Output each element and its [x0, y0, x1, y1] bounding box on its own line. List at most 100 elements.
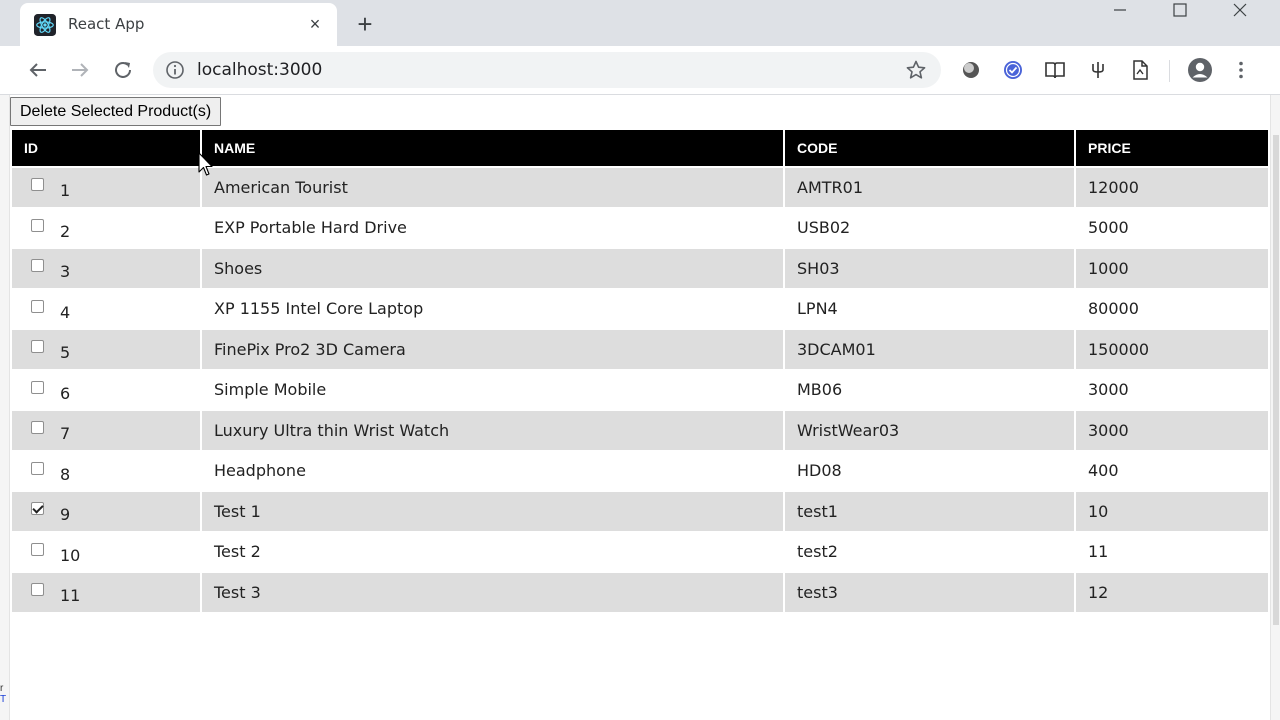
cell-price: 12000: [1076, 168, 1268, 207]
cell-price: 80000: [1076, 289, 1268, 328]
cell-id: 6: [12, 370, 200, 409]
cell-name: Simple Mobile: [202, 370, 783, 409]
cell-code: 3DCAM01: [785, 330, 1074, 369]
cell-name: FinePix Pro2 3D Camera: [202, 330, 783, 369]
column-header-price: PRICE: [1076, 130, 1268, 166]
cell-code: test1: [785, 492, 1074, 531]
cell-name: Test 1: [202, 492, 783, 531]
row-select-checkbox[interactable]: [31, 218, 44, 232]
row-select-checkbox[interactable]: [31, 380, 44, 394]
cell-code: WristWear03: [785, 411, 1074, 450]
browser-toolbar: localhost:3000: [0, 46, 1280, 95]
table-row: 4 XP 1155 Intel Core Laptop LPN4 80000: [12, 289, 1268, 328]
row-id: 5: [60, 343, 71, 362]
cell-id: 10: [12, 532, 200, 571]
products-table: ID NAME CODE PRICE 1 American Tourist AMTR…: [10, 128, 1270, 614]
row-id: 3: [60, 262, 71, 281]
page-scrollbar[interactable]: [1270, 95, 1280, 720]
table-row: 5 FinePix Pro2 3D Camera 3DCAM01 150000: [12, 330, 1268, 369]
cell-code: test2: [785, 532, 1074, 571]
cell-price: 10: [1076, 492, 1268, 531]
react-logo-icon: [34, 14, 56, 36]
row-id: 10: [60, 545, 81, 565]
cell-id: 2: [12, 208, 200, 247]
extension-sphere-icon[interactable]: [960, 59, 982, 81]
tab-title: React App: [68, 15, 145, 33]
extension-fork-icon[interactable]: [1087, 59, 1109, 81]
row-select-checkbox[interactable]: [31, 461, 44, 475]
cell-price: 150000: [1076, 330, 1268, 369]
cell-price: 3000: [1076, 411, 1268, 450]
row-id: 2: [60, 221, 71, 241]
tab-strip: React App × +: [0, 0, 1280, 46]
browser-tab-active[interactable]: React App ×: [20, 3, 337, 46]
row-id: 7: [60, 424, 71, 443]
table-row: 6 Simple Mobile MB06 3000: [12, 370, 1268, 409]
close-window-icon[interactable]: [1210, 0, 1270, 24]
profile-avatar-icon[interactable]: [1187, 57, 1213, 83]
row-select-checkbox[interactable]: [31, 299, 44, 313]
cell-price: 5000: [1076, 208, 1268, 247]
cell-name: American Tourist: [202, 168, 783, 207]
row-select-checkbox[interactable]: [31, 421, 44, 434]
back-arrow-icon[interactable]: [24, 56, 52, 84]
cell-id: 4: [12, 289, 200, 328]
row-id: 6: [60, 383, 71, 403]
table-row: 3 Shoes SH03 1000: [12, 249, 1268, 288]
cell-name: Shoes: [202, 249, 783, 288]
cell-price: 12: [1076, 573, 1268, 612]
cell-id: 11: [12, 573, 200, 612]
cell-price: 11: [1076, 532, 1268, 571]
cell-code: HD08: [785, 451, 1074, 490]
row-select-checkbox[interactable]: [31, 542, 44, 556]
cell-price: 3000: [1076, 370, 1268, 409]
cell-code: AMTR01: [785, 168, 1074, 207]
extension-check-icon[interactable]: [1002, 59, 1024, 81]
left-window-edge: [0, 95, 10, 720]
cell-code: SH03: [785, 249, 1074, 288]
column-header-code: CODE: [785, 130, 1074, 166]
extension-document-icon[interactable]: [1129, 59, 1151, 81]
row-id: 9: [60, 505, 71, 524]
minimize-window-icon[interactable]: [1090, 0, 1150, 24]
cell-id: 3: [12, 249, 200, 288]
cell-id: 7: [12, 411, 200, 450]
bookmark-star-icon[interactable]: [905, 59, 927, 81]
cell-name: Test 3: [202, 573, 783, 612]
row-id: 11: [60, 586, 81, 605]
tab-close-icon[interactable]: ×: [304, 13, 326, 35]
delete-selected-button[interactable]: Delete Selected Product(s): [10, 97, 222, 126]
cell-id: 9: [12, 492, 200, 531]
scrollbar-thumb[interactable]: [1273, 135, 1279, 625]
table-header-row: ID NAME CODE PRICE: [12, 130, 1268, 166]
cell-name: EXP Portable Hard Drive: [202, 208, 783, 247]
table-row: 1 American Tourist AMTR01 12000: [12, 168, 1268, 207]
row-select-checkbox[interactable]: [31, 259, 44, 272]
new-tab-button[interactable]: +: [352, 11, 378, 38]
cell-name: XP 1155 Intel Core Laptop: [202, 289, 783, 328]
address-bar[interactable]: localhost:3000: [153, 52, 941, 88]
more-options-icon[interactable]: [1230, 59, 1252, 81]
reader-mode-icon[interactable]: [1044, 59, 1066, 81]
row-id: 4: [60, 302, 71, 322]
cell-id: 5: [12, 330, 200, 369]
table-row: 11 Test 3 test3 12: [12, 573, 1268, 612]
left-edge-fragment: rT: [0, 683, 7, 705]
site-info-icon[interactable]: [165, 60, 185, 80]
reload-icon[interactable]: [109, 56, 137, 84]
cell-price: 1000: [1076, 249, 1268, 288]
row-id: 8: [60, 464, 71, 484]
cell-price: 400: [1076, 451, 1268, 490]
cell-code: USB02: [785, 208, 1074, 247]
row-select-checkbox[interactable]: [31, 178, 44, 191]
table-row: 2 EXP Portable Hard Drive USB02 5000: [12, 208, 1268, 247]
maximize-window-icon[interactable]: [1150, 0, 1210, 24]
row-select-checkbox[interactable]: [31, 583, 44, 596]
row-id: 1: [60, 181, 71, 200]
cell-id: 1: [12, 168, 200, 207]
table-row: 9 Test 1 test1 10: [12, 492, 1268, 531]
row-select-checkbox[interactable]: [31, 502, 44, 515]
url-text[interactable]: localhost:3000: [197, 60, 322, 80]
forward-arrow-icon[interactable]: [66, 56, 94, 84]
row-select-checkbox[interactable]: [31, 340, 44, 353]
